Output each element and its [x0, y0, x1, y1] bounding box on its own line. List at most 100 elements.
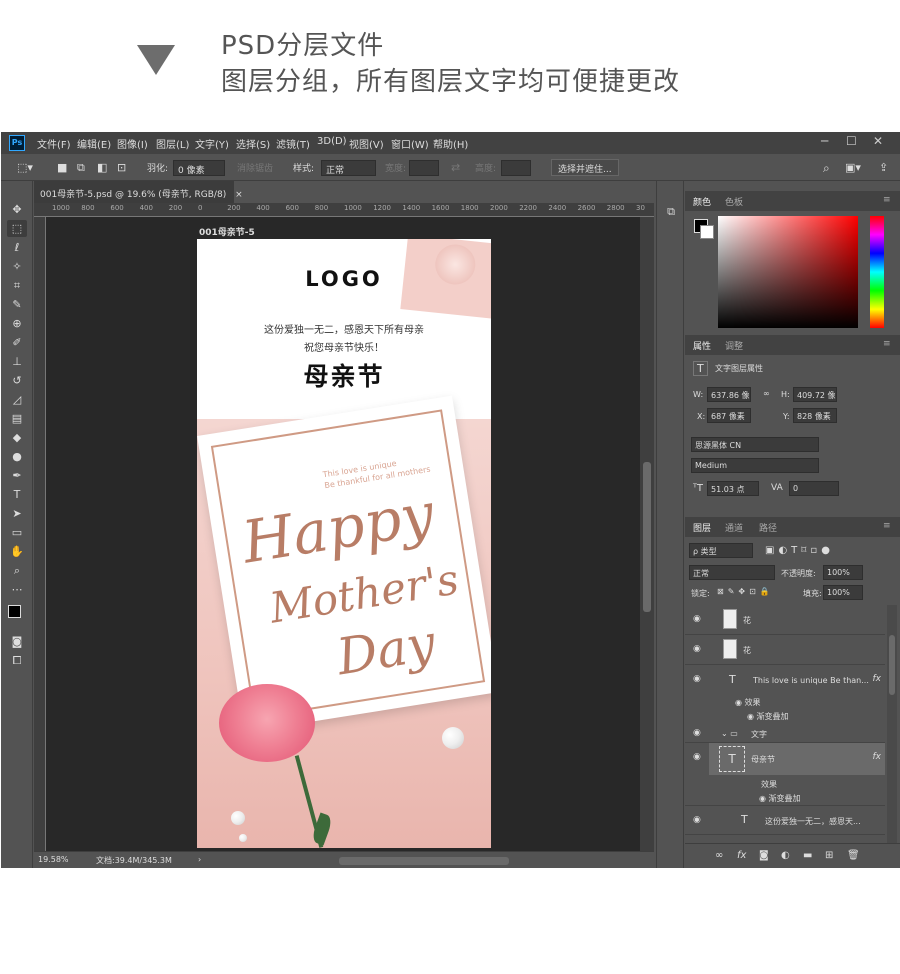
tab-channels[interactable]: 通道: [725, 521, 743, 534]
menu-help[interactable]: 帮助(H): [433, 136, 468, 151]
document-tab[interactable]: 001母亲节-5.psd @ 19.6% (母亲节, RGB/8) ×: [34, 181, 243, 203]
filter-icons[interactable]: ▣◐T⌑▫●: [765, 545, 834, 556]
font-size-input[interactable]: 51.03 点: [707, 481, 759, 496]
path-select-icon[interactable]: ➤: [7, 505, 27, 522]
menu-type[interactable]: 文字(Y): [195, 136, 229, 151]
maximize-button[interactable]: ☐: [846, 134, 857, 148]
layer-filter-select[interactable]: ρ 类型: [689, 543, 753, 558]
magic-wand-icon[interactable]: ✧: [7, 258, 27, 275]
close-tab-icon[interactable]: ×: [235, 190, 243, 200]
menu-select[interactable]: 选择(S): [236, 136, 270, 151]
menu-window[interactable]: 窗口(W): [391, 136, 429, 151]
eraser-tool-icon[interactable]: ◿: [7, 391, 27, 408]
more-tools-icon[interactable]: ⋯: [7, 581, 27, 598]
menu-layer[interactable]: 图层(L): [156, 136, 189, 151]
gradient-tool-icon[interactable]: ▤: [7, 410, 27, 427]
link-icon[interactable]: ∞: [763, 389, 770, 398]
menu-file[interactable]: 文件(F): [37, 136, 71, 151]
search-icon[interactable]: ⌕: [823, 161, 830, 176]
font-family-select[interactable]: 思源黑体 CN: [691, 437, 819, 452]
marquee-options-icon[interactable]: ⬚▾: [17, 161, 33, 174]
feather-input[interactable]: 0 像素: [173, 160, 225, 176]
x-input[interactable]: 687 像素: [707, 408, 751, 423]
menu-3d[interactable]: 3D(D): [317, 136, 347, 147]
fill-input[interactable]: 100%: [823, 585, 863, 600]
shape-tool-icon[interactable]: ▭: [7, 524, 27, 541]
height-input[interactable]: [501, 160, 531, 176]
menu-view[interactable]: 视图(V): [349, 136, 384, 151]
tracking-input[interactable]: 0: [789, 481, 839, 496]
menu-edit[interactable]: 编辑(E): [77, 136, 111, 151]
history-panel-icon[interactable]: ⧉: [661, 203, 681, 220]
minimize-button[interactable]: ─: [821, 134, 828, 148]
zoom-level[interactable]: 19.58%: [38, 855, 69, 864]
move-tool-icon[interactable]: ✥: [7, 201, 27, 218]
subtract-selection-icon[interactable]: ◧: [97, 161, 107, 174]
width-input[interactable]: [409, 160, 439, 176]
add-style-icon[interactable]: fx: [737, 850, 746, 861]
share-icon[interactable]: ⇪: [879, 161, 888, 174]
screen-mode-icon[interactable]: ⧠: [7, 652, 27, 669]
layer-row[interactable]: ◉ 花: [685, 605, 885, 635]
vertical-scroll-thumb[interactable]: [643, 462, 651, 612]
pen-tool-icon[interactable]: ✒: [7, 467, 27, 484]
marquee-tool-icon[interactable]: ⬚: [7, 220, 27, 237]
layer-row[interactable]: ◉ T This love is unique Be than... fx: [685, 665, 885, 697]
lasso-tool-icon[interactable]: ℓ: [7, 239, 27, 256]
color-picker-field[interactable]: [718, 216, 858, 328]
close-button[interactable]: ✕: [873, 134, 883, 148]
visibility-eye-icon[interactable]: ◉: [693, 614, 701, 624]
new-group-icon[interactable]: ▬: [803, 850, 812, 861]
layer-row[interactable]: ◉ 花: [685, 635, 885, 665]
select-and-mask-button[interactable]: 选择并遮住...: [551, 159, 619, 176]
tab-adjustments[interactable]: 调整: [725, 339, 743, 352]
tab-paths[interactable]: 路径: [759, 521, 777, 534]
tab-swatches[interactable]: 色板: [725, 195, 743, 208]
properties-menu-icon[interactable]: ≡: [883, 339, 891, 349]
lock-icons[interactable]: ⊠✎✥⊡🔒: [717, 587, 774, 596]
intersect-selection-icon[interactable]: ⊡: [117, 161, 126, 174]
layers-menu-icon[interactable]: ≡: [883, 521, 891, 531]
vertical-scrollbar[interactable]: [640, 217, 654, 851]
y-input[interactable]: 828 像素: [793, 408, 837, 423]
h-input[interactable]: 409.72 像: [793, 387, 837, 402]
type-tool-icon[interactable]: T: [7, 486, 27, 503]
hand-tool-icon[interactable]: ✋: [7, 543, 27, 560]
tab-layers[interactable]: 图层: [693, 521, 711, 534]
dodge-tool-icon[interactable]: ●: [7, 448, 27, 465]
group-row[interactable]: ◉ ⌄ ▭ 文字: [685, 725, 885, 743]
w-input[interactable]: 637.86 像: [707, 387, 751, 402]
zoom-tool-icon[interactable]: ⌕: [7, 562, 27, 579]
artboard-canvas[interactable]: LOGO 这份爱独一无二，感恩天下所有母亲 祝您母亲节快乐！ 母亲节 This …: [197, 239, 491, 848]
visibility-eye-icon[interactable]: ◉: [693, 752, 701, 762]
layer-row[interactable]: ◉ T 这份爱独一无二，感恩天...: [685, 805, 885, 835]
eyedropper-icon[interactable]: ✎: [7, 296, 27, 313]
link-layers-icon[interactable]: ∞: [715, 850, 723, 861]
horizontal-scroll-thumb[interactable]: [339, 857, 509, 865]
workspace-icon[interactable]: ▣▾: [845, 161, 861, 174]
quick-mask-icon[interactable]: ◙: [7, 633, 27, 650]
healing-brush-icon[interactable]: ⊕: [7, 315, 27, 332]
visibility-eye-icon[interactable]: ◉: [693, 674, 701, 684]
tab-properties[interactable]: 属性: [693, 339, 711, 352]
history-brush-icon[interactable]: ↺: [7, 372, 27, 389]
new-selection-icon[interactable]: ■: [57, 161, 67, 174]
visibility-eye-icon[interactable]: ◉: [693, 644, 701, 654]
font-weight-select[interactable]: Medium: [691, 458, 819, 473]
fx-icon[interactable]: fx: [873, 674, 882, 684]
color-panel-menu-icon[interactable]: ≡: [883, 195, 891, 205]
stamp-tool-icon[interactable]: ⊥: [7, 353, 27, 370]
menu-filter[interactable]: 滤镜(T): [276, 136, 310, 151]
panel-background-swatch[interactable]: [700, 225, 714, 239]
visibility-eye-icon[interactable]: ◉: [693, 728, 701, 738]
style-select[interactable]: 正常: [321, 160, 376, 176]
new-layer-icon[interactable]: ⊞: [825, 850, 833, 861]
delete-layer-icon[interactable]: 🗑: [847, 850, 860, 861]
antialias-checkbox[interactable]: 消除锯齿: [237, 161, 273, 174]
layer-row-selected[interactable]: T 母亲节 fx: [709, 743, 885, 775]
menu-image[interactable]: 图像(I): [117, 136, 148, 151]
layers-scroll-thumb[interactable]: [889, 635, 895, 695]
blend-mode-select[interactable]: 正常: [689, 565, 775, 580]
visibility-eye-icon[interactable]: ◉: [693, 815, 701, 825]
tab-color[interactable]: 颜色: [693, 195, 711, 208]
